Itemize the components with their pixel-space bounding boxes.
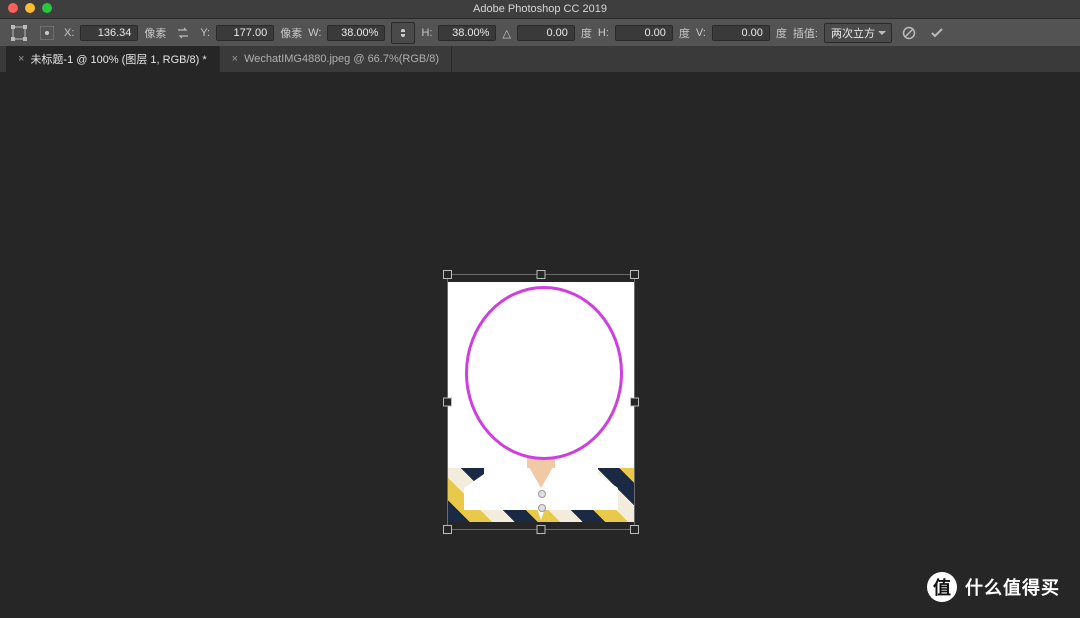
angle-unit: 度 [581, 25, 592, 41]
document-tab-bar: × 未标题-1 @ 100% (图层 1, RGB/8) * × WechatI… [0, 46, 1080, 73]
transform-handle-ml[interactable] [443, 398, 452, 407]
watermark-text: 什么值得买 [965, 574, 1060, 600]
skew-h-unit: 度 [679, 25, 690, 41]
watermark: 值 什么值得买 [927, 572, 1060, 602]
close-tab-icon[interactable]: × [18, 53, 24, 65]
angle-label: △ [502, 27, 510, 40]
skew-v-label: V: [696, 27, 706, 39]
close-window-button[interactable] [8, 3, 18, 13]
x-input[interactable]: 136.34 [80, 25, 138, 41]
cancel-icon [902, 26, 916, 40]
close-tab-icon[interactable]: × [232, 53, 238, 65]
window-controls [8, 3, 52, 13]
swap-xy-icon[interactable] [172, 23, 194, 43]
y-unit: 像素 [280, 25, 302, 41]
x-label: X: [64, 27, 74, 39]
document-tab[interactable]: × WechatIMG4880.jpeg @ 66.7%(RGB/8) [220, 46, 452, 72]
h-input[interactable]: 38.00% [438, 25, 496, 41]
w-input[interactable]: 38.00% [327, 25, 385, 41]
angle-input[interactable]: 0.00 [517, 25, 575, 41]
transform-handle-tl[interactable] [443, 270, 452, 279]
app-title: Adobe Photoshop CC 2019 [473, 3, 607, 15]
transform-handle-bc[interactable] [537, 525, 546, 534]
document-tab-label: WechatIMG4880.jpeg @ 66.7%(RGB/8) [244, 53, 439, 65]
document-tab[interactable]: × 未标题-1 @ 100% (图层 1, RGB/8) * [6, 46, 220, 72]
transform-outline [447, 274, 635, 530]
link-wh-button[interactable] [391, 22, 415, 44]
cancel-transform-button[interactable] [898, 23, 920, 43]
interp-label: 插值: [793, 25, 818, 41]
skew-h-label: H: [598, 27, 609, 39]
transform-handle-mr[interactable] [630, 398, 639, 407]
skew-v-unit: 度 [776, 25, 787, 41]
commit-transform-button[interactable] [926, 23, 948, 43]
link-icon [397, 27, 409, 39]
h-label: H: [421, 27, 432, 39]
title-bar: Adobe Photoshop CC 2019 [0, 0, 1080, 18]
minimize-window-button[interactable] [25, 3, 35, 13]
canvas-area[interactable] [0, 72, 1080, 618]
x-unit: 像素 [144, 25, 166, 41]
transform-handle-br[interactable] [630, 525, 639, 534]
interpolation-dropdown[interactable]: 两次立方 [824, 23, 892, 43]
check-icon [930, 26, 944, 40]
y-input[interactable]: 177.00 [216, 25, 274, 41]
document-tab-label: 未标题-1 @ 100% (图层 1, RGB/8) * [30, 51, 206, 67]
skew-v-input[interactable]: 0.00 [712, 25, 770, 41]
w-label: W: [308, 27, 321, 39]
skew-h-input[interactable]: 0.00 [615, 25, 673, 41]
transform-handle-tc[interactable] [537, 270, 546, 279]
options-bar: X: 136.34 像素 Y: 177.00 像素 W: 38.00% H: 3… [0, 18, 1080, 48]
transform-handle-bl[interactable] [443, 525, 452, 534]
transform-tool-icon [8, 23, 30, 43]
maximize-window-button[interactable] [42, 3, 52, 13]
y-label: Y: [200, 27, 210, 39]
free-transform-box[interactable] [447, 274, 635, 530]
reference-point-icon[interactable] [36, 23, 58, 43]
transform-handle-tr[interactable] [630, 270, 639, 279]
watermark-badge: 值 [927, 572, 957, 602]
